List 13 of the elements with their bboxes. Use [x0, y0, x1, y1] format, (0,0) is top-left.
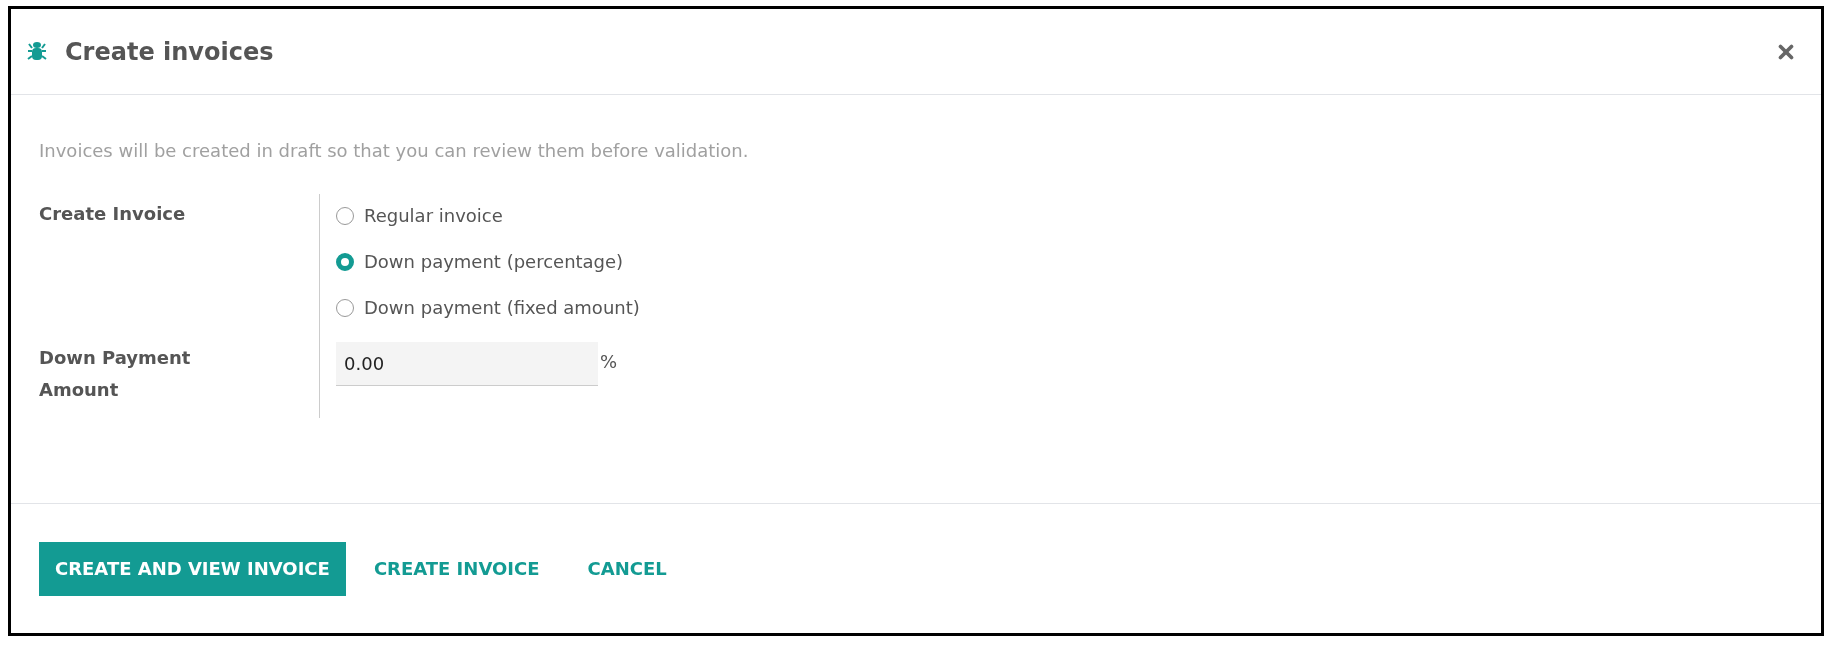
unit-label: % [600, 350, 618, 374]
field-label: Down Payment Amount [39, 346, 192, 402]
radio-option[interactable]: Down payment (fixed amount) [336, 290, 939, 326]
amount-field[interactable]: 0.00 [336, 342, 598, 386]
description: Invoices will be created in draft so that you can review them before validation. [39, 139, 750, 163]
dialog-title: Create invoices [65, 36, 274, 68]
radio-button[interactable] [336, 299, 354, 317]
field-label: Create Invoice [39, 202, 187, 226]
radio-button[interactable] [336, 253, 354, 271]
radio-option[interactable]: Regular invoice [336, 198, 939, 234]
radio-button[interactable] [336, 207, 354, 225]
bug-icon [27, 40, 47, 63]
radio-option[interactable]: Down payment (percentage) [336, 244, 939, 280]
